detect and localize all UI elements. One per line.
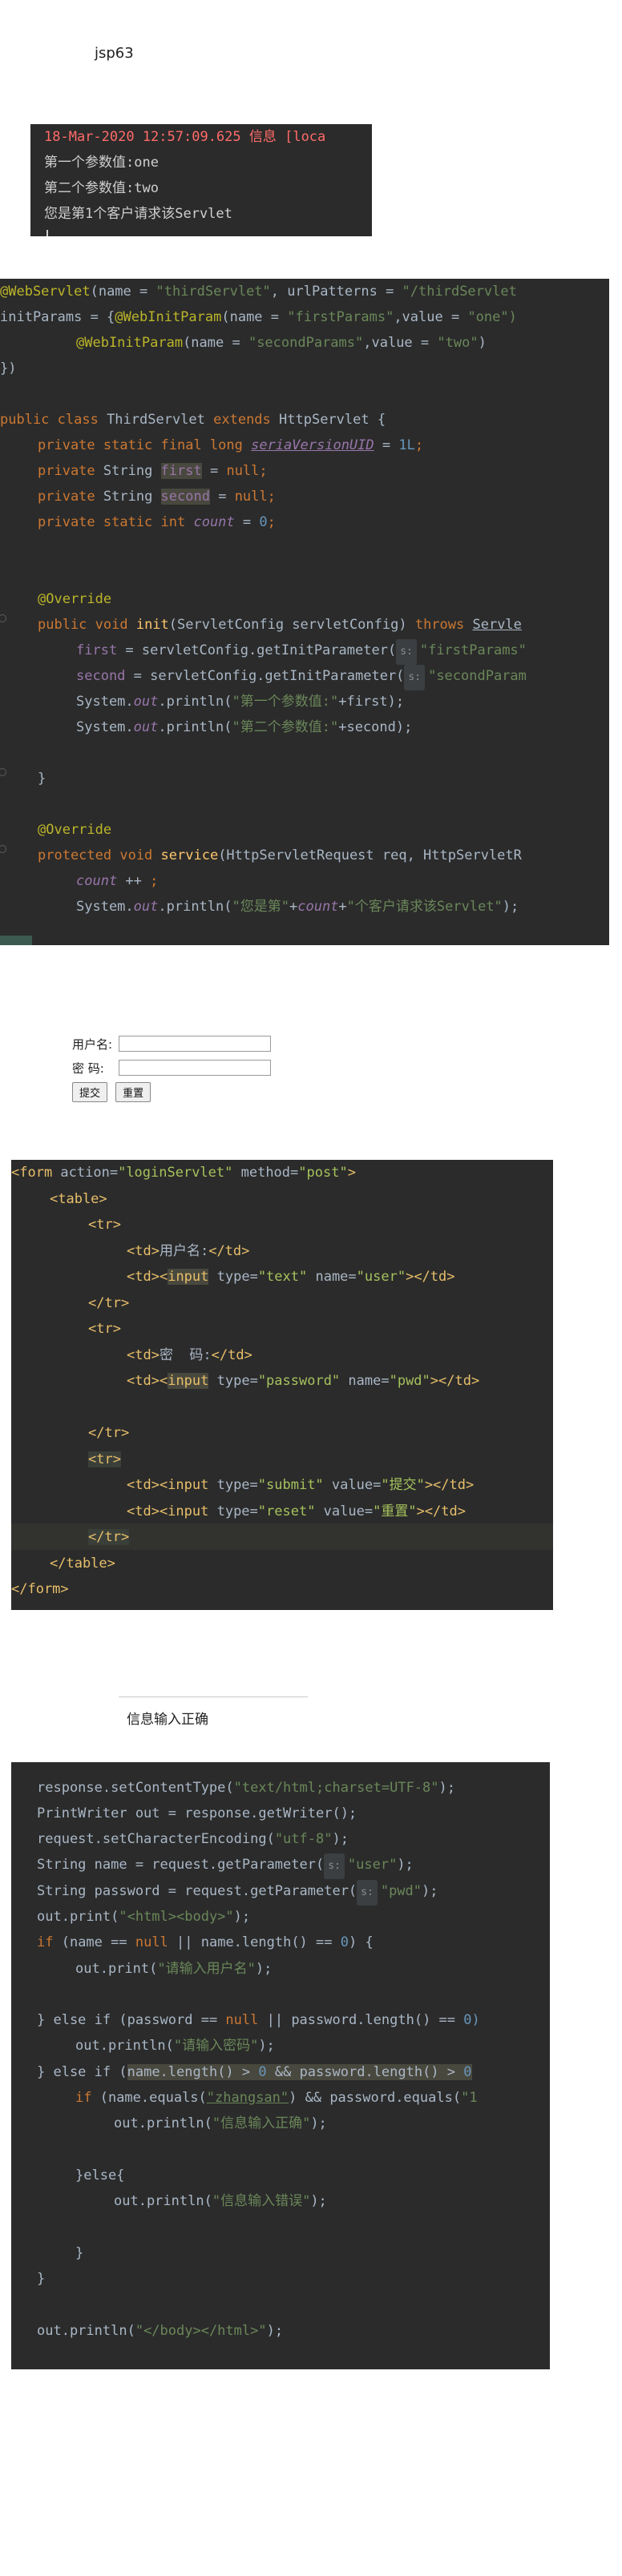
code-line: System.out.println("第二个参数值:"+second); bbox=[76, 719, 413, 735]
code-line: out.println("信息输入正确"); bbox=[114, 2115, 327, 2131]
code-line: <tr> bbox=[88, 1451, 121, 1467]
console-output: 18-Mar-2020 12:57:09.625 信息 [loca 第一个参数值… bbox=[30, 124, 372, 236]
code-line: String name = request.getParameter(s: "us… bbox=[37, 1852, 414, 1880]
code-line: }else{ bbox=[75, 2167, 125, 2184]
code-line: request.setCharacterEncoding("utf-8"); bbox=[37, 1831, 349, 1847]
code-line: first = servletConfig.getInitParameter(s… bbox=[76, 638, 527, 665]
code-line: initParams = {@WebInitParam(name = "firs… bbox=[0, 309, 517, 325]
code-line: <tr> bbox=[88, 1321, 121, 1337]
code-line: } else if (name.length() > 0 && password… bbox=[37, 2064, 472, 2080]
login-table: 用户名: 密 码: 提交 重置 bbox=[69, 1032, 274, 1104]
code-line: String password = request.getParameter(s… bbox=[37, 1878, 438, 1906]
console-line: 第二个参数值:two bbox=[44, 180, 159, 196]
code-line: out.println("</body></html>"); bbox=[37, 2323, 284, 2339]
console-line: 您是第1个客户请求该Servlet bbox=[44, 206, 232, 222]
code-line: out.println("信息输入错误"); bbox=[114, 2193, 327, 2209]
code-line: out.println("请输入密码"); bbox=[75, 2038, 275, 2054]
code-line: } bbox=[75, 2245, 84, 2261]
password-label: 密 码: bbox=[72, 1061, 104, 1076]
code-editor-form: <form action="loginServlet" method="post… bbox=[11, 1160, 553, 1610]
code-line: <tr> bbox=[88, 1217, 121, 1233]
code-line: protected void service(HttpServletReques… bbox=[38, 847, 522, 863]
code-line: </tr> bbox=[88, 1294, 130, 1311]
code-line: </form> bbox=[11, 1581, 69, 1597]
username-input[interactable] bbox=[119, 1036, 272, 1052]
gutter-marker bbox=[0, 768, 6, 776]
username-label: 用户名: bbox=[72, 1036, 113, 1052]
code-line: if (name == null || name.length() == 0) … bbox=[37, 1934, 374, 1950]
login-form: 用户名: 密 码: 提交 重置 bbox=[69, 1032, 274, 1104]
code-line: second = servletConfig.getInitParameter(… bbox=[76, 663, 527, 690]
code-line: out.print("<html><body>"); bbox=[37, 1909, 251, 1925]
code-line: <td><input type="reset" value="重置"></td> bbox=[127, 1503, 466, 1519]
code-line: @Override bbox=[38, 822, 112, 838]
page-title: jsp63 bbox=[95, 45, 134, 62]
code-editor-login-servlet: response.setContentType("text/html;chars… bbox=[11, 1762, 550, 2369]
code-line: private static final long seriaVersionUI… bbox=[38, 437, 424, 453]
code-line: </tr> bbox=[88, 1529, 130, 1545]
reset-button[interactable]: 重置 bbox=[115, 1081, 151, 1102]
code-line: <td><input type="text" name="user"></td> bbox=[127, 1269, 455, 1285]
code-line: out.print("请输入用户名"); bbox=[75, 1961, 273, 1977]
code-line: </tr> bbox=[88, 1425, 130, 1441]
code-line: private static int count = 0; bbox=[38, 514, 276, 530]
gutter-marker bbox=[0, 614, 6, 622]
gutter-marker bbox=[0, 845, 6, 853]
console-log-line: 18-Mar-2020 12:57:09.625 信息 [loca bbox=[44, 129, 326, 145]
code-line: System.out.println("第一个参数值:"+first); bbox=[76, 694, 405, 710]
console-line: 第一个参数值:one bbox=[44, 155, 159, 171]
password-input[interactable] bbox=[119, 1060, 272, 1076]
result-message: 信息输入正确 bbox=[127, 1712, 208, 1728]
code-line: @WebServlet(name = "thirdServlet", urlPa… bbox=[0, 284, 517, 300]
code-line: <table> bbox=[50, 1190, 107, 1207]
code-line: if (name.equals("zhangsan") && password.… bbox=[75, 2090, 478, 2106]
code-line: @WebInitParam(name = "secondParams",valu… bbox=[76, 335, 487, 351]
submit-button[interactable]: 提交 bbox=[72, 1081, 108, 1102]
code-line: }) bbox=[0, 360, 17, 376]
code-line: } bbox=[37, 2271, 46, 2287]
code-line: </table> bbox=[50, 1555, 115, 1572]
console-caret bbox=[46, 230, 48, 236]
code-editor-servlet: @WebServlet(name = "thirdServlet", urlPa… bbox=[0, 279, 609, 945]
code-line: } else if (password == null || password.… bbox=[37, 2012, 480, 2028]
code-line: public class ThirdServlet extends HttpSe… bbox=[0, 412, 386, 428]
code-line: public void init(ServletConfig servletCo… bbox=[38, 617, 522, 633]
code-line: PrintWriter out = response.getWriter(); bbox=[37, 1805, 357, 1821]
code-line: response.setContentType("text/html;chars… bbox=[37, 1780, 455, 1796]
code-line: <td><input type="password" name="pwd"></… bbox=[127, 1373, 480, 1389]
code-line: <td>密 码:</td> bbox=[127, 1346, 252, 1363]
code-line: <form action="loginServlet" method="post… bbox=[11, 1165, 356, 1181]
code-line: <td>用户名:</td> bbox=[127, 1242, 250, 1259]
code-line: private String second = null; bbox=[38, 489, 276, 505]
code-line: count ++ ; bbox=[76, 873, 159, 889]
code-line: @Override bbox=[38, 591, 112, 607]
code-line: } bbox=[38, 771, 46, 787]
code-line: System.out.println("您是第"+count+"个客户请求该Se… bbox=[76, 899, 519, 915]
code-line: <td><input type="submit" value="提交"></td… bbox=[127, 1477, 475, 1493]
status-indicator bbox=[0, 936, 32, 945]
code-line: private String first = null; bbox=[38, 463, 268, 479]
